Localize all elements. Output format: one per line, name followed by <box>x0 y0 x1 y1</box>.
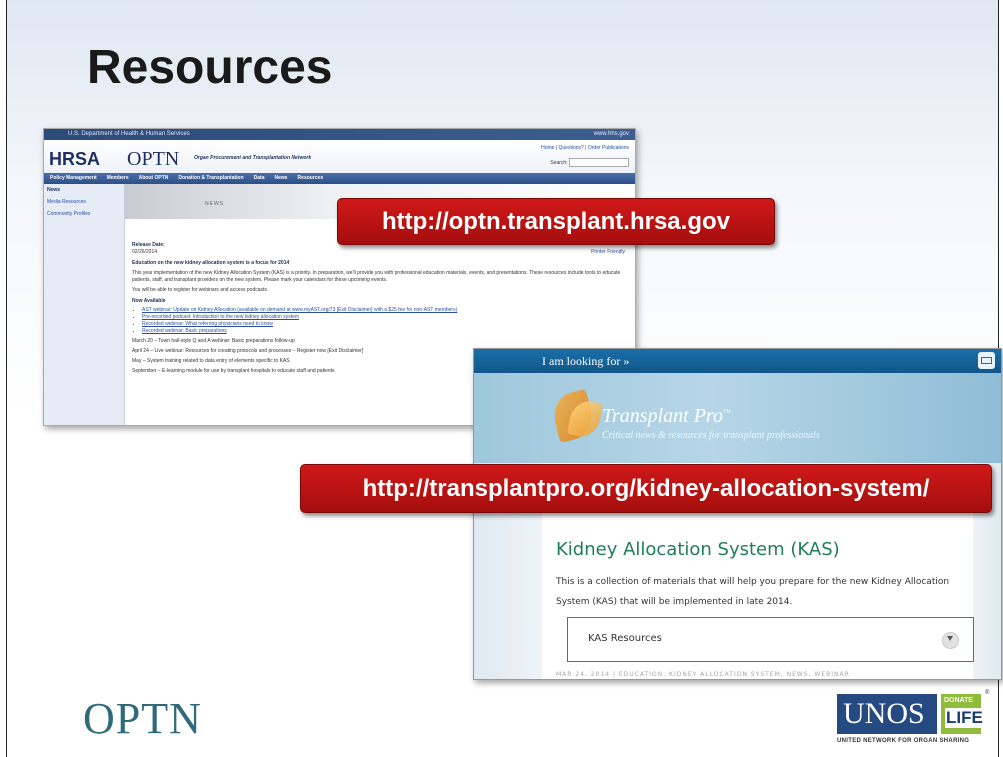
nav-item[interactable]: About OPTN <box>139 173 169 184</box>
nav-item[interactable]: Data <box>254 173 265 184</box>
transplant-pro-tagline: Critical news & resources for transplant… <box>602 430 820 441</box>
hrsa-logo[interactable]: HRSA <box>49 149 100 170</box>
event-march: March 20 – Town hall-style Q and A webin… <box>132 338 295 344</box>
gov-bar-text: U.S. Department of Health & Human Servic… <box>68 131 190 137</box>
looking-for-menu[interactable]: I am looking for » <box>542 354 629 369</box>
donate-text: DONATE <box>944 697 974 704</box>
unos-box: UNOS <box>837 694 937 734</box>
sidebar-item-media-resources[interactable]: Media Resources <box>44 196 124 208</box>
registered-mark: ® <box>985 690 990 696</box>
slide-title: Resources <box>87 41 333 94</box>
gov-bar: U.S. Department of Health & Human Servic… <box>44 129 635 140</box>
kas-resources-accordion[interactable]: KAS Resources <box>567 617 974 662</box>
trademark-mark: ™ <box>722 407 731 417</box>
life-text: LIFE <box>945 708 984 728</box>
site-nav: Policy Management Members About OPTN Don… <box>44 173 635 184</box>
looking-for-bar: I am looking for » <box>474 349 1001 373</box>
transplant-pro-brand[interactable]: Transplant Pro™ <box>602 405 731 428</box>
news-banner-label: NEWS <box>205 201 224 207</box>
transplant-pro-screenshot: I am looking for » Transplant Pro™ Criti… <box>473 348 1002 680</box>
top-links[interactable]: Home | Questions? | Order Publications <box>541 145 629 151</box>
sidebar-item-news[interactable]: News <box>44 184 124 196</box>
list-item[interactable]: Recorded webinar: Basic preparations <box>142 328 629 335</box>
optn-logo: OPTN <box>83 694 202 743</box>
list-item[interactable]: AST webinar: Update on Kidney Allocation… <box>142 307 629 314</box>
hhs-link[interactable]: www.hhs.gov <box>594 129 629 140</box>
nav-item[interactable]: Policy Management <box>50 173 97 184</box>
optn-site-logo[interactable]: OPTN <box>127 148 179 171</box>
slide: Resources U.S. Department of Health & Hu… <box>6 0 1002 757</box>
brand-name: Transplant Pro <box>602 405 723 427</box>
release-date: 02/26/2014 <box>132 249 158 255</box>
optn-url-callout[interactable]: http://optn.transplant.hrsa.gov <box>337 198 775 245</box>
chevron-down-icon[interactable] <box>942 632 959 649</box>
kas-resources-label: KAS Resources <box>588 633 662 644</box>
site-header: HRSA OPTN Organ Procurement and Transpla… <box>44 140 635 173</box>
nav-item[interactable]: Resources <box>298 173 324 184</box>
nav-item[interactable]: News <box>274 173 287 184</box>
list-item[interactable]: Recorded webinar: What referring physici… <box>142 321 629 328</box>
kas-description: This is a collection of materials that w… <box>556 577 950 607</box>
site-sidebar: News Media Resources Community Profiles <box>44 184 125 425</box>
donate-life-logo: DONATE LIFE <box>941 694 984 734</box>
search-input[interactable] <box>569 158 629 167</box>
transplantpro-url-callout[interactable]: http://transplantpro.org/kidney-allocati… <box>300 464 992 513</box>
nav-item[interactable]: Donation & Transplantation <box>178 173 243 184</box>
search-label: Search: <box>550 159 568 166</box>
article-headline: Education on the new kidney allocation s… <box>132 260 290 266</box>
article-paragraph: You will be able to register for webinar… <box>132 287 269 293</box>
now-available-heading: Now Available <box>132 298 166 304</box>
sidebar-item-community-profiles[interactable]: Community Profiles <box>44 208 124 220</box>
available-list: AST webinar: Update on Kidney Allocation… <box>142 307 629 335</box>
list-item[interactable]: Pre-recorded podcast: Introduction to th… <box>142 314 629 321</box>
site-search: Search: <box>550 158 629 167</box>
unos-wordmark: UNOS <box>843 697 925 730</box>
mail-icon[interactable] <box>978 352 995 369</box>
kas-heading: Kidney Allocation System (KAS) <box>556 539 840 560</box>
unos-tagline: UNITED NETWORK FOR ORGAN SHARING <box>837 738 970 744</box>
optn-site-subtitle: Organ Procurement and Transplantation Ne… <box>194 155 312 161</box>
transplant-pro-hero: Transplant Pro™ Critical news & resource… <box>474 373 1001 463</box>
article-paragraph: This year implementation of the new Kidn… <box>132 270 621 283</box>
nav-item[interactable]: Members <box>107 173 129 184</box>
post-meta: MAR 24, 2014 | EDUCATION, KIDNEY ALLOCAT… <box>556 671 850 678</box>
